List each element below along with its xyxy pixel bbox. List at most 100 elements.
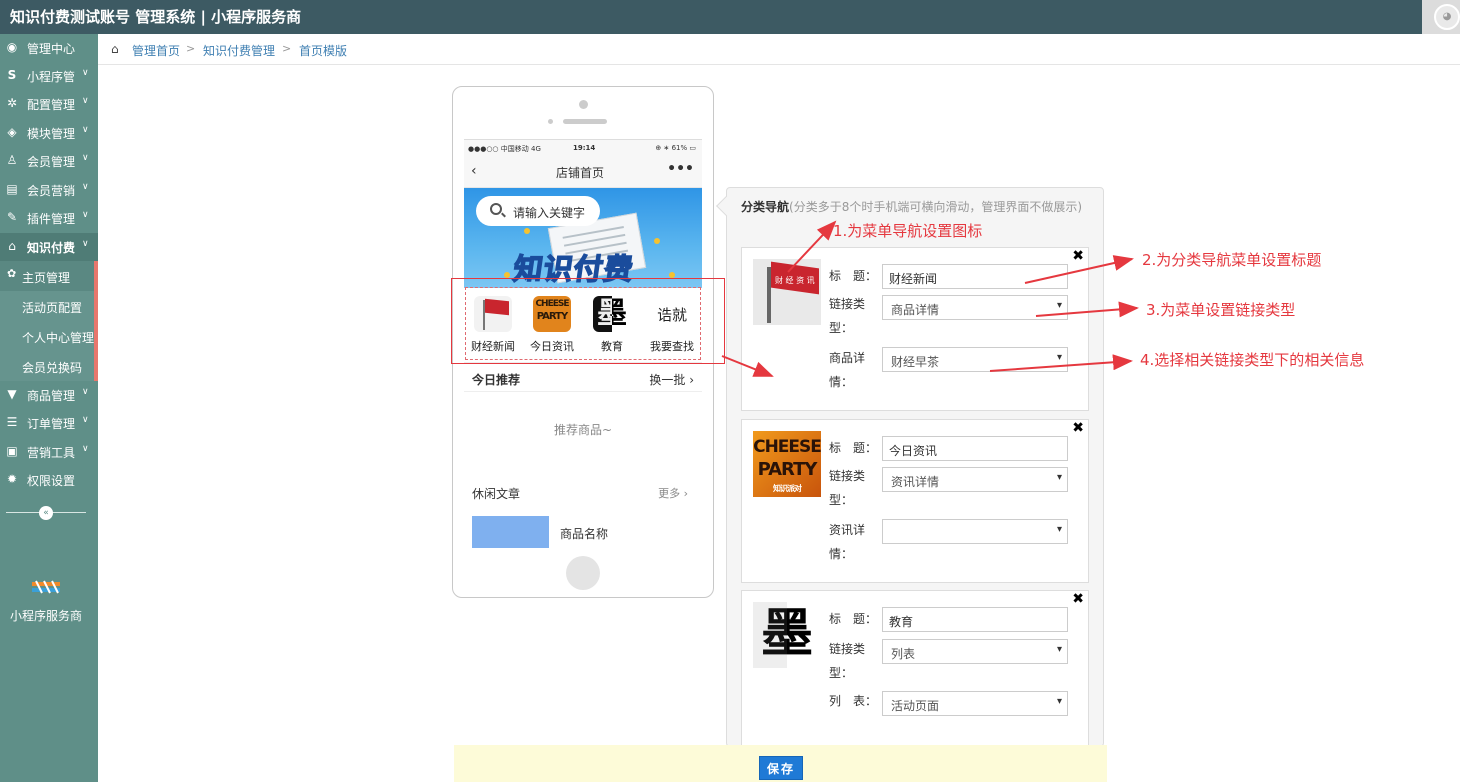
close-icon[interactable]: ✖ [1072, 591, 1084, 607]
sidebar-item-label: 配置管理 [27, 98, 76, 112]
nav-icon-upload[interactable]: 墨 [753, 602, 821, 668]
chevron-down-icon: ∨ [82, 239, 89, 249]
sidebar-item-label: 模块管理 [27, 127, 76, 141]
refresh-link[interactable]: 换一批 › [649, 371, 694, 388]
detail-select[interactable]: 活动页面 [882, 691, 1068, 716]
title-label: 标 题： [829, 612, 878, 626]
sidebar-item-plugins[interactable]: ✎ 插件管理 ∨ [0, 204, 98, 232]
annotation-1: 1.为菜单导航设置图标 [833, 222, 983, 240]
sidebar-item-label: 订单管理 [27, 417, 76, 431]
home-icon: ⌂ [8, 239, 16, 253]
sidebar-item-miniprogram[interactable]: S 小程序管 ∨ [0, 62, 98, 90]
sidebar-item-orders[interactable]: ☰ 订单管理 ∨ [0, 409, 98, 437]
detail-label: 资讯详情： [829, 523, 866, 561]
search-icon [490, 203, 502, 215]
miniprogram-icon: S [7, 68, 17, 82]
sidebar-item-label: 管理中心 [27, 42, 76, 56]
link-type-select[interactable]: 列表 [882, 639, 1068, 664]
annotation-highlight-box [451, 278, 725, 364]
recommend-title: 今日推荐 [472, 373, 521, 387]
breadcrumb-separator: > [186, 42, 196, 55]
app-title: 知识付费测试账号 管理系统 | 小程序服务商 [10, 8, 302, 26]
articles-header: 休闲文章 更多 › [464, 483, 702, 505]
detail-label: 商品详情： [829, 351, 866, 389]
user-icon: ♙ [6, 153, 18, 167]
panel-title: 分类导航(分类多于8个时手机端可横向滑动，管理界面不做展示) [741, 200, 1083, 214]
home-icon[interactable]: ⌂ [111, 42, 119, 56]
sidebar-item-label: 活动页配置 [22, 301, 83, 315]
submenu-indicator [94, 351, 98, 381]
sidebar-item-config[interactable]: ✲ 配置管理 ∨ [0, 90, 98, 118]
breadcrumb-link-knowledge[interactable]: 知识付费管理 [203, 42, 275, 59]
title-input[interactable]: 财经新闻 [882, 264, 1068, 289]
sidebar-item-marketing-tools[interactable]: ▣ 营销工具 ∨ [0, 438, 98, 466]
search-placeholder: 请输入关键字 [513, 206, 586, 220]
chevron-down-icon: ∨ [82, 125, 89, 135]
save-button[interactable]: 保存 [759, 756, 803, 780]
sidebar-item-member-marketing[interactable]: ▤ 会员营销 ∨ [0, 176, 98, 204]
sidebar-item-label: 营销工具 [27, 446, 76, 460]
sidebar-item-goods[interactable]: ▼ 商品管理 ∨ [0, 381, 98, 409]
recommend-header: 今日推荐 换一批 › [464, 362, 702, 392]
sidebar-item-label: 主页管理 [22, 271, 71, 285]
title-label: 标 题： [829, 441, 878, 455]
annotation-3: 3.为菜单设置链接类型 [1146, 301, 1296, 319]
back-icon[interactable]: ‹ [471, 163, 477, 179]
detail-label: 列 表： [829, 694, 878, 708]
annotation-4: 4.选择相关链接类型下的相关信息 [1140, 351, 1365, 369]
sidebar-item-modules[interactable]: ◈ 模块管理 ∨ [0, 119, 98, 147]
phone-sensor [548, 119, 553, 124]
more-icon[interactable]: ••• [667, 161, 694, 177]
close-icon[interactable]: ✖ [1072, 248, 1084, 264]
cubes-icon: ◈ [7, 125, 17, 139]
close-icon[interactable]: ✖ [1072, 420, 1084, 436]
gears-icon: ✲ [6, 96, 18, 110]
phone-nav-bar: ‹ 店铺首页 ••• [464, 156, 702, 188]
detail-select[interactable]: 财经早茶 [882, 347, 1068, 372]
sidebar-item-permissions[interactable]: ✹ 权限设置 [0, 466, 98, 494]
avatar-icon[interactable]: ◕ [1434, 4, 1460, 30]
chevron-down-icon: ∨ [82, 68, 89, 78]
phone-nav-title: 店铺首页 [556, 166, 605, 180]
recommend-empty: 推荐商品~ [553, 423, 613, 437]
sidebar-item-members[interactable]: ♙ 会员管理 ∨ [0, 147, 98, 175]
collapse-sidebar-icon[interactable]: « [39, 506, 53, 520]
brand-logo-icon [32, 580, 60, 594]
title-label: 标 题： [829, 269, 878, 283]
sidebar-item-label: 知识付费 [27, 241, 76, 255]
submenu-indicator [94, 291, 98, 321]
title-input[interactable]: 教育 [882, 607, 1068, 632]
list-icon: ☰ [6, 415, 18, 429]
sidebar-item-profile-center[interactable]: 个人中心管理 [0, 321, 98, 351]
detail-select[interactable] [882, 519, 1068, 544]
nav-icon-upload[interactable]: 财 经 资 讯 [753, 259, 821, 325]
sidebar-item-redeem-code[interactable]: 会员兑换码 [0, 351, 98, 381]
sidebar-item-label: 商品管理 [27, 389, 76, 403]
chevron-down-icon: ∨ [82, 444, 89, 454]
chevron-down-icon: ∨ [82, 415, 89, 425]
sidebar: ◉ 管理中心 S 小程序管 ∨ ✲ 配置管理 ∨ ◈ 模块管理 ∨ ♙ 会员管理… [0, 34, 98, 782]
sidebar-item-dashboard[interactable]: ◉ 管理中心 [0, 34, 98, 62]
search-bar[interactable]: 请输入关键字 [476, 196, 600, 226]
breadcrumb-separator: > [282, 42, 292, 55]
chevron-down-icon: ∨ [82, 182, 89, 192]
sidebar-item-home-manage[interactable]: ✿ 主页管理 [0, 261, 98, 291]
chevron-down-icon: ∨ [82, 387, 89, 397]
sidebar-item-activity-page[interactable]: 活动页配置 [0, 291, 98, 321]
nav-icon-upload[interactable]: CHEESE PARTY 知识派对 [753, 431, 821, 497]
sidebar-item-label: 会员营销 [27, 184, 76, 198]
link-type-select[interactable]: 商品详情 [882, 295, 1068, 320]
more-link[interactable]: 更多 › [658, 485, 688, 501]
breadcrumb-link-home[interactable]: 管理首页 [132, 42, 180, 59]
status-time: 19:14 [573, 144, 596, 152]
sidebar-item-label: 权限设置 [27, 474, 76, 488]
banner: 知识付费 请输入关键字 [464, 188, 702, 288]
user-menu[interactable]: ◕ [1422, 0, 1460, 34]
sidebar-item-knowledge-pay[interactable]: ⌂ 知识付费 ∨ [0, 233, 98, 261]
phone-speaker [563, 119, 607, 124]
link-type-label: 链接类型： [829, 297, 866, 335]
link-type-select[interactable]: 资讯详情 [882, 467, 1068, 492]
title-input[interactable]: 今日资讯 [882, 436, 1068, 461]
dashboard-icon: ◉ [6, 40, 18, 54]
phone-camera [579, 100, 588, 109]
